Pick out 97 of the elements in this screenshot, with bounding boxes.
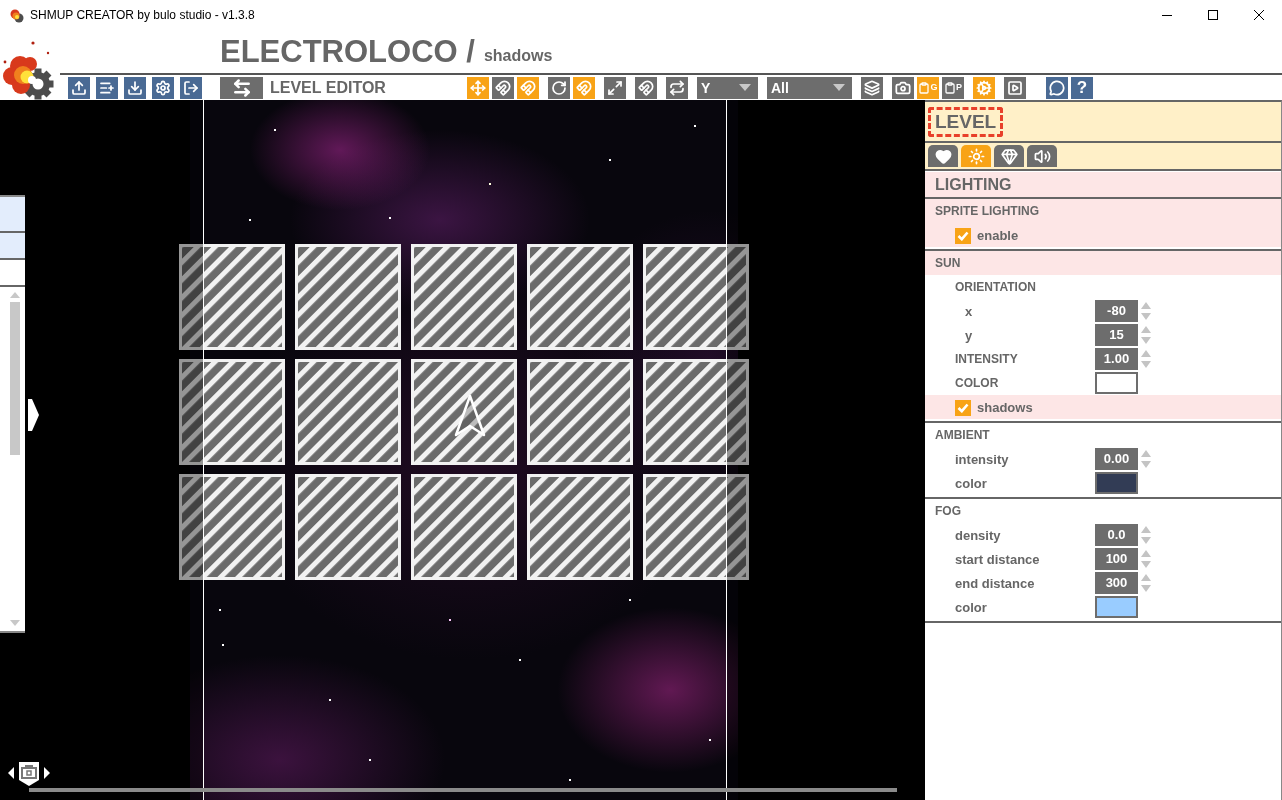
number-input[interactable]: -80 [1095,300,1138,322]
heart-tab[interactable] [928,145,958,167]
field-label: ORIENTATION [955,280,1037,294]
repeat-icon [669,79,685,96]
scrollbar-thumb[interactable] [10,302,20,455]
upload-button[interactable] [68,76,90,99]
horizontal-scrollbar[interactable] [29,788,897,792]
chat-bubble-icon [1049,79,1065,96]
gem-tab[interactable] [994,145,1024,167]
field-label: density [955,527,1002,543]
window-title: SHMUP CREATOR by bulo studio - v1.3.8 [30,8,255,22]
play-icon [1007,79,1023,96]
gem-icon [1000,147,1018,165]
caret-down-icon [739,84,751,91]
field-label: color [955,475,988,491]
exit-icon [183,79,199,96]
scene-name: shadows [483,47,553,65]
panel-title: LEVEL [928,106,1004,137]
field-label: start distance [955,551,1041,567]
field-label: color [955,599,988,615]
checkbox-label: shadows [977,400,1033,415]
list-button[interactable] [96,76,118,99]
clipboard-button[interactable]: P [942,76,964,99]
clipboard-icon [944,81,956,94]
speaker-tab[interactable] [1027,145,1057,167]
left-right-arrows-icon [231,77,252,98]
expand-arrow-icon[interactable] [28,399,39,431]
color-swatch[interactable] [1095,472,1138,494]
checkmark-icon [957,402,969,413]
field-label: COLOR [955,376,1000,390]
magnet-icon [520,79,536,96]
field-label: intensity [955,451,1010,467]
section-heading: SPRITE LIGHTING [925,199,1281,223]
left-arrow-icon[interactable] [8,767,14,779]
settings-button[interactable] [152,76,174,99]
help-button[interactable]: ? [1071,76,1093,99]
move-icon [470,79,486,96]
list-row[interactable] [0,197,25,233]
caret-down-icon [833,84,845,91]
resize-icon [607,79,623,96]
chat-button[interactable] [1046,76,1068,99]
number-input[interactable]: 100 [1095,548,1138,570]
speaker-icon [1033,147,1051,165]
section-title: LIGHTING [925,172,1281,199]
download-icon [127,79,143,96]
magnet-icon [638,79,654,96]
color-swatch[interactable] [1095,372,1138,394]
number-input[interactable]: 0.00 [1095,448,1138,470]
rotate-button[interactable] [548,76,570,99]
resize-button[interactable] [604,76,626,99]
number-input[interactable]: 0.0 [1095,524,1138,546]
dropdown[interactable]: All [767,76,852,99]
clipboard-icon [918,81,931,94]
heart-icon [934,147,952,165]
magnet-icon [576,79,592,96]
repeat-button[interactable] [666,76,688,99]
color-swatch[interactable] [1095,596,1138,618]
camera-icon [895,79,911,96]
section-heading: SUN [925,251,1281,275]
magnet-icon [495,79,511,96]
camera-icon[interactable] [16,760,42,786]
maximize-icon [1208,10,1218,20]
checkmark-icon [957,230,969,241]
app-icon [9,7,24,23]
field-label: y [965,327,974,343]
camera-button[interactable] [892,76,914,99]
checkbox[interactable] [955,399,971,416]
play-button[interactable] [1004,76,1026,99]
download-button[interactable] [124,76,146,99]
layers-icon [864,79,880,96]
number-input[interactable]: 15 [1095,324,1138,346]
right-arrow-icon[interactable] [44,767,50,779]
rotate-icon [551,79,567,96]
close-icon [1254,10,1264,20]
exit-button[interactable] [180,76,202,99]
magnet-button[interactable] [635,76,657,99]
checkbox[interactable] [955,227,971,244]
project-title: ELECTROLOCO / [220,36,475,67]
sun-icon [967,147,985,165]
list-row[interactable] [0,233,25,260]
upload-icon [71,79,87,96]
minimize-icon [1162,14,1172,16]
dropdown[interactable]: Y [697,76,758,99]
field-label: x [965,303,974,319]
checkbox-label: enable [977,228,1019,243]
number-input[interactable]: 1.00 [1095,348,1138,370]
magnet-button[interactable] [492,76,514,99]
field-label: end distance [955,575,1036,591]
number-input[interactable]: 300 [1095,572,1138,594]
field-label: INTENSITY [955,352,1019,366]
settings-icon [155,79,171,96]
switch-mode-button[interactable] [220,76,263,99]
ship-arrow-icon[interactable] [453,394,487,438]
list-icon [99,79,115,96]
mode-label: LEVEL EDITOR [270,78,387,97]
cog-icon [976,79,992,96]
layers-button[interactable] [861,76,883,99]
